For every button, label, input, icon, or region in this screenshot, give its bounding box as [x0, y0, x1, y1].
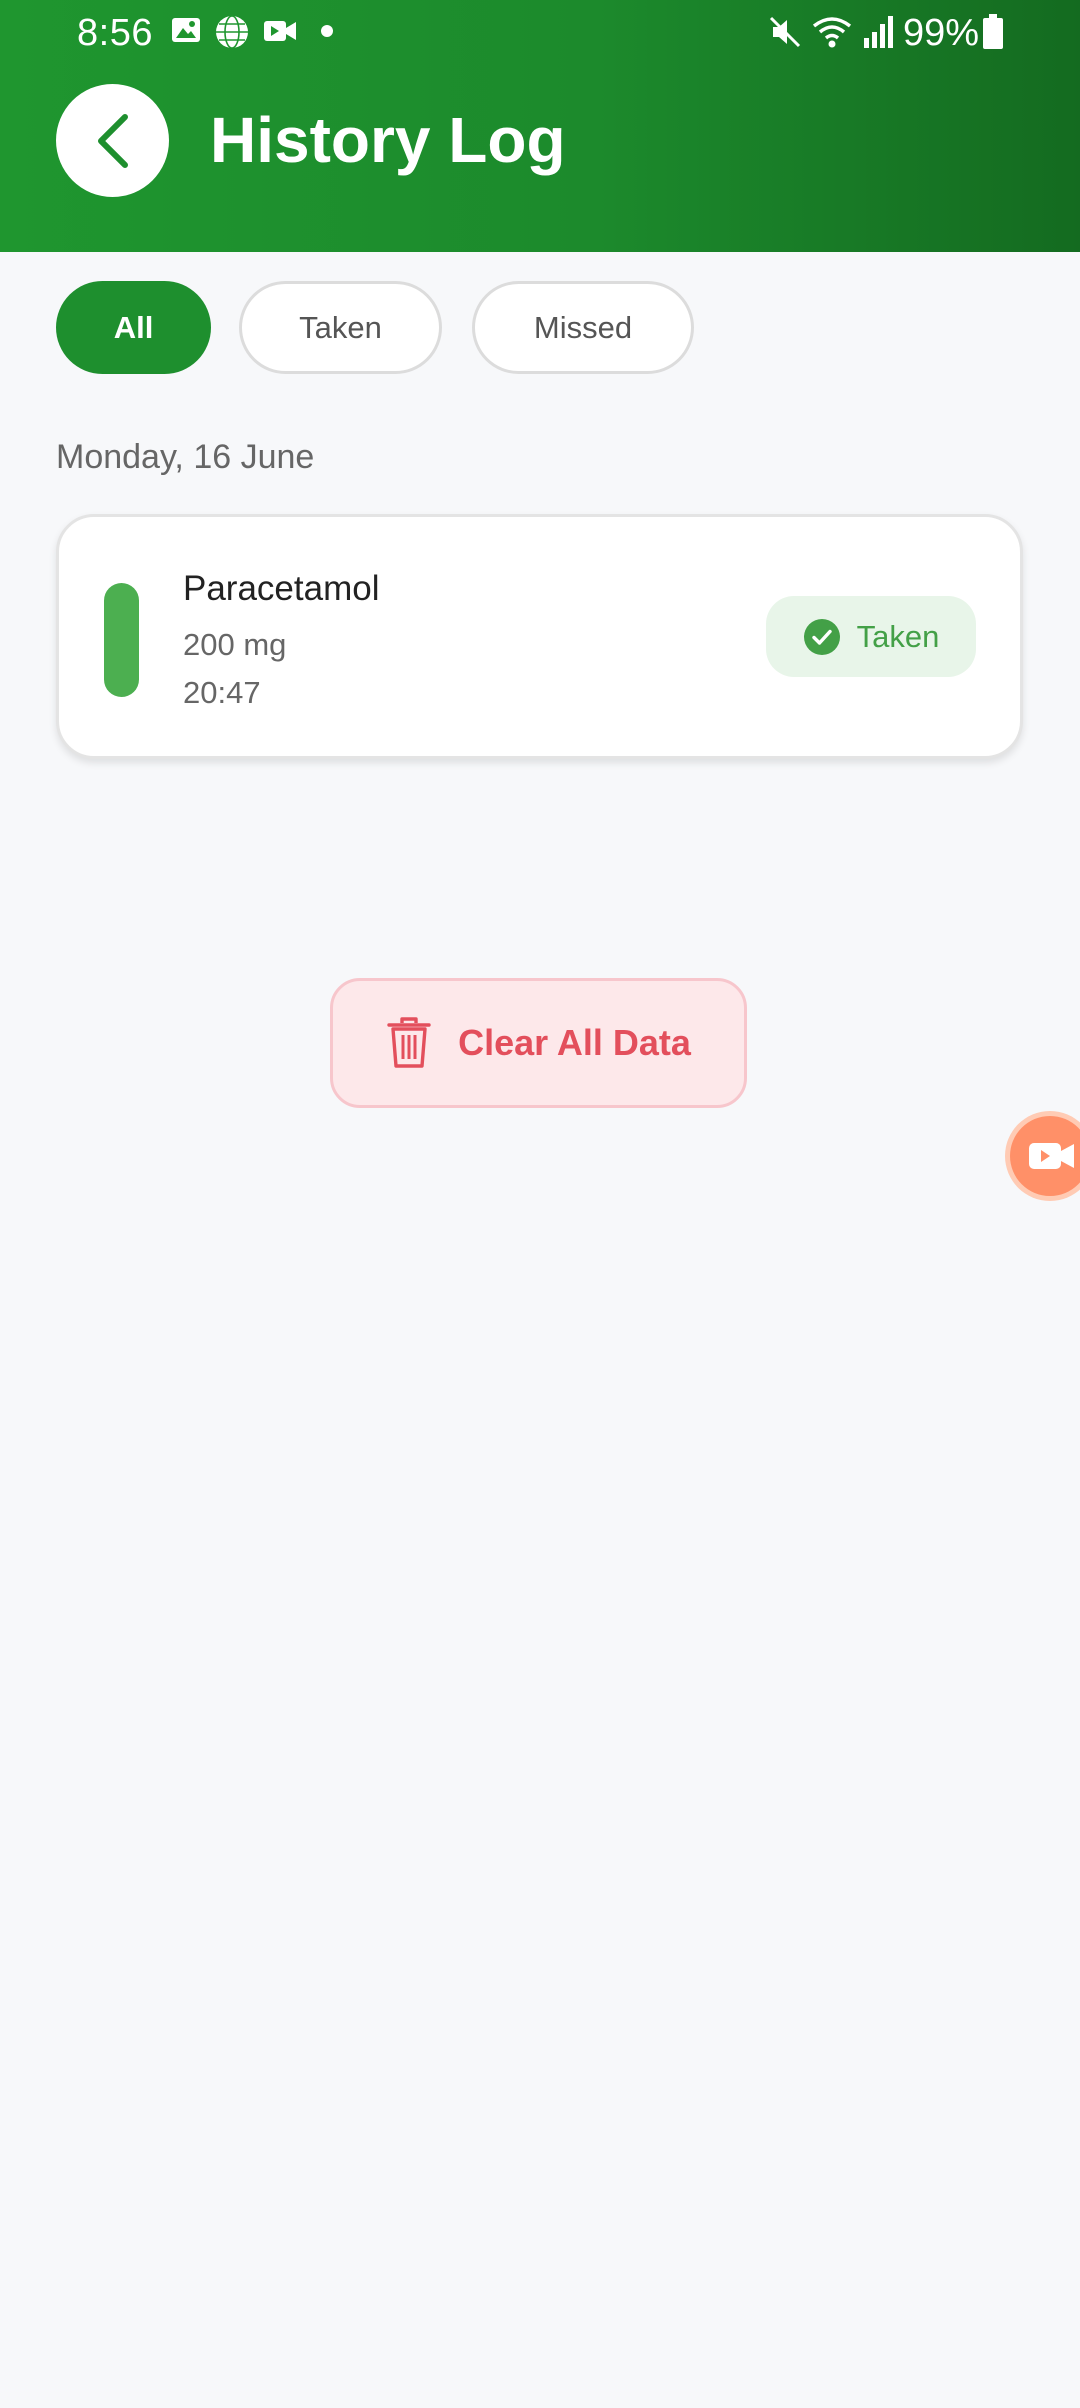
clear-all-data-label: Clear All Data: [458, 1022, 691, 1063]
status-bar: 8:56 99%: [0, 0, 1080, 66]
mute-icon: [769, 16, 801, 48]
date-heading: Monday, 16 June: [56, 438, 315, 476]
page-title: History Log: [210, 104, 566, 176]
signal-icon: [864, 16, 893, 48]
status-badge: Taken: [766, 596, 976, 677]
medication-time: 20:47: [183, 675, 261, 710]
filter-chip-taken[interactable]: Taken: [239, 281, 442, 374]
medication-dose: 200 mg: [183, 627, 287, 662]
status-color-strip: [104, 583, 139, 697]
video-camera-icon: [264, 21, 296, 41]
back-button[interactable]: [56, 84, 169, 197]
check-circle-icon: [803, 618, 840, 655]
status-badge-label: Taken: [856, 618, 940, 654]
trash-icon: [387, 1017, 431, 1068]
battery-percentage: 99%: [903, 12, 980, 54]
gallery-icon: [172, 18, 200, 42]
medication-log-card[interactable]: Paracetamol 200 mg 20:47 Taken: [56, 514, 1023, 759]
medication-name: Paracetamol: [183, 569, 380, 608]
battery-icon: [983, 14, 1003, 49]
filter-chip-missed[interactable]: Missed: [472, 281, 694, 374]
filter-chip-all[interactable]: All: [56, 281, 211, 374]
floating-screen-recorder-button[interactable]: [1010, 1116, 1080, 1196]
wifi-icon: [812, 17, 852, 48]
video-recorder-icon: [1029, 1143, 1074, 1169]
globe-icon: [216, 15, 248, 49]
status-time: 8:56: [77, 12, 153, 54]
chevron-left-icon: [97, 113, 128, 168]
app-header: 8:56 99% History Log: [0, 0, 1080, 252]
dot-icon: [321, 25, 333, 37]
clear-all-data-button[interactable]: Clear All Data: [330, 978, 747, 1108]
